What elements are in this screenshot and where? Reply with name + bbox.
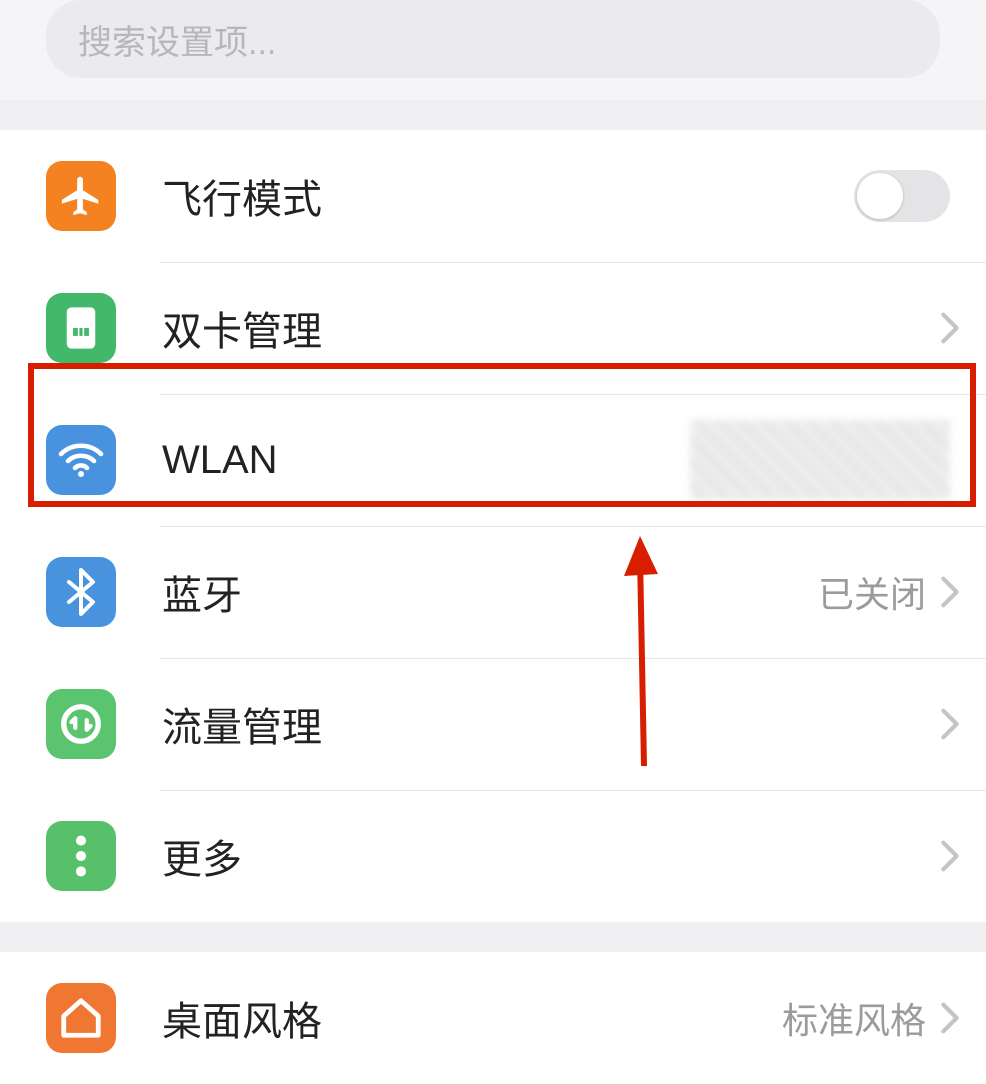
- settings-group-display: 桌面风格 标准风格: [0, 952, 986, 1084]
- settings-item-bluetooth[interactable]: 蓝牙 已关闭: [0, 526, 986, 658]
- settings-label-desktop: 桌面风格: [162, 989, 782, 1047]
- airplane-toggle[interactable]: [854, 170, 950, 222]
- data-icon: [46, 689, 116, 759]
- settings-label-bluetooth: 蓝牙: [162, 563, 818, 621]
- settings-item-desktop[interactable]: 桌面风格 标准风格: [0, 952, 986, 1084]
- settings-item-more[interactable]: 更多: [0, 790, 986, 922]
- search-bar[interactable]: 搜索设置项...: [46, 0, 940, 78]
- settings-group-network: 飞行模式 双卡管理 WLAN 蓝牙 已关闭: [0, 130, 986, 922]
- settings-label-airplane: 飞行模式: [162, 167, 854, 225]
- settings-item-data[interactable]: 流量管理: [0, 658, 986, 790]
- chevron-right-icon: [940, 310, 960, 346]
- settings-item-sim[interactable]: 双卡管理: [0, 262, 986, 394]
- settings-label-data: 流量管理: [162, 695, 940, 753]
- settings-label-wlan: WLAN: [162, 438, 690, 483]
- chevron-right-icon: [940, 1000, 960, 1036]
- settings-value-desktop: 标准风格: [782, 992, 926, 1044]
- chevron-right-icon: [940, 706, 960, 742]
- home-icon: [46, 983, 116, 1053]
- bluetooth-icon: [46, 557, 116, 627]
- settings-label-sim: 双卡管理: [162, 299, 940, 357]
- settings-label-more: 更多: [162, 827, 940, 885]
- toggle-knob: [857, 173, 903, 219]
- more-icon: [46, 821, 116, 891]
- settings-item-wlan[interactable]: WLAN: [0, 394, 986, 526]
- airplane-icon: [46, 161, 116, 231]
- wifi-icon: [46, 425, 116, 495]
- search-placeholder: 搜索设置项...: [78, 15, 276, 64]
- wlan-value-blurred: [690, 420, 950, 500]
- sim-icon: [46, 293, 116, 363]
- chevron-right-icon: [940, 574, 960, 610]
- chevron-right-icon: [940, 838, 960, 874]
- settings-value-bluetooth: 已关闭: [818, 566, 926, 618]
- settings-item-airplane[interactable]: 飞行模式: [0, 130, 986, 262]
